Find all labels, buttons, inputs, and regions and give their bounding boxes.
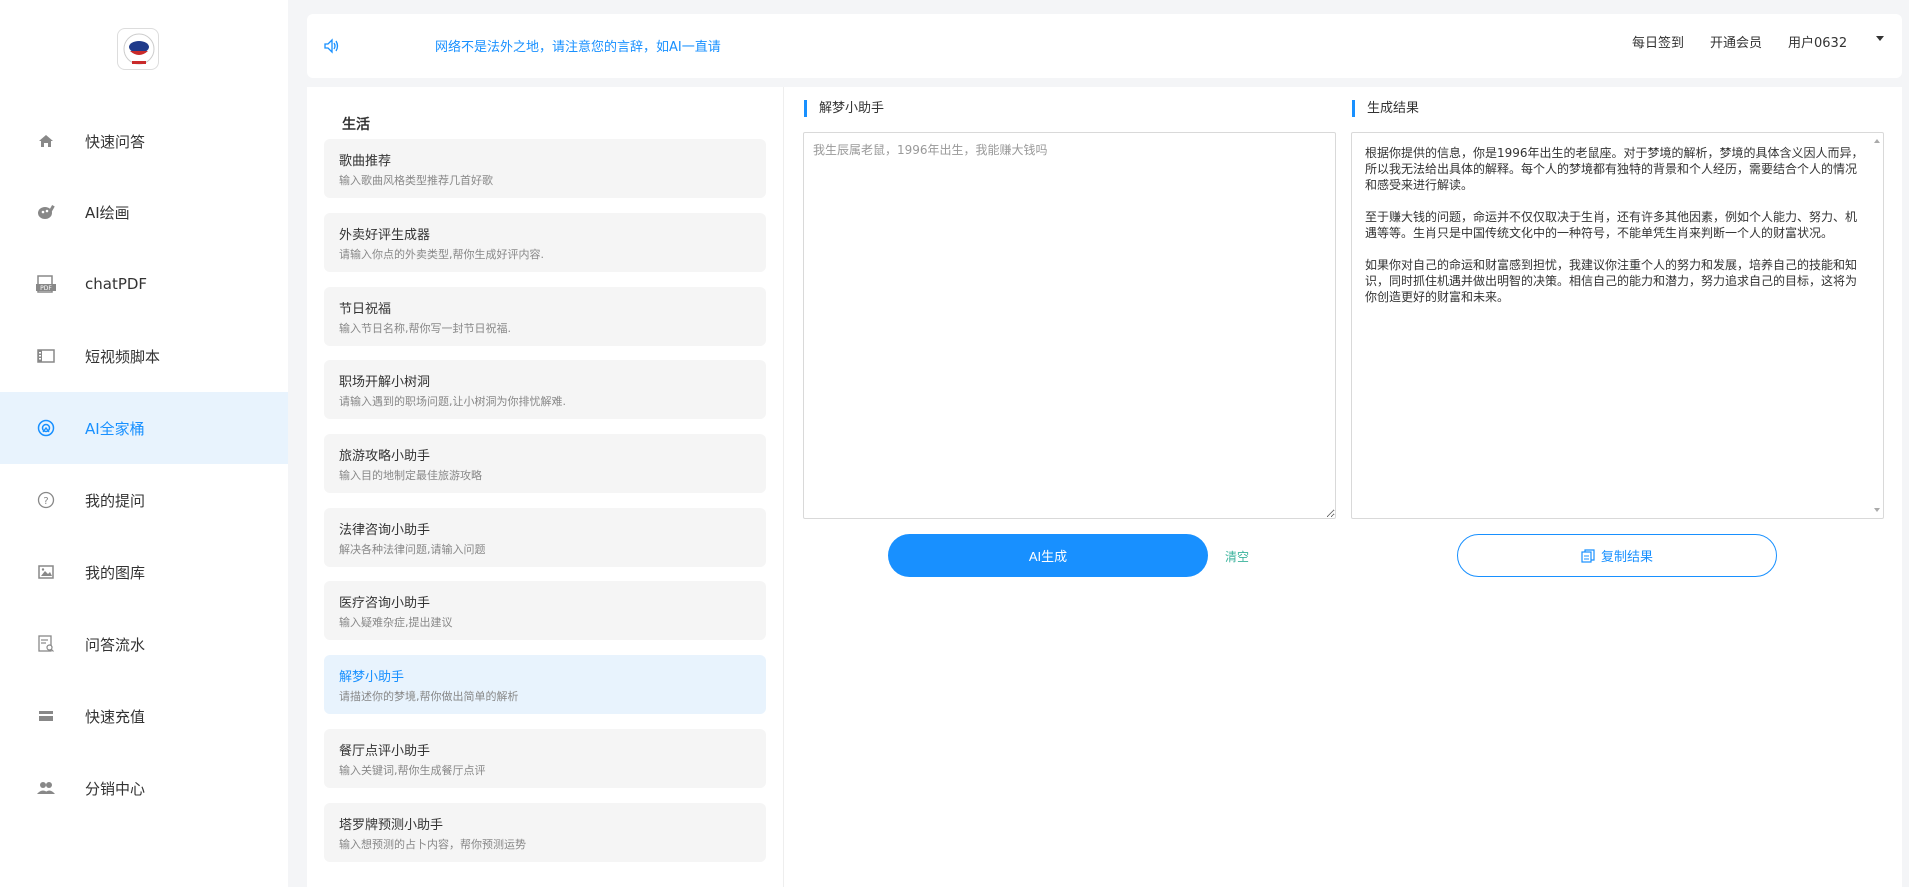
dream-input[interactable]: 我生辰属老鼠，1996年出生，我能赚大钱吗 — [803, 132, 1336, 519]
sidebar-item-label: AI绘画 — [85, 203, 130, 222]
toolkit-icon — [36, 418, 56, 438]
daily-checkin-link[interactable]: 每日签到 — [1632, 32, 1684, 51]
input-panel-title: 解梦小助手 — [804, 100, 884, 117]
tool-card[interactable]: 节日祝福 输入节日名称,帮你写一封节日祝福. — [324, 287, 766, 346]
tool-desc: 输入目的地制定最佳旅游攻略 — [339, 469, 482, 482]
sidebar-item-ai-toolkit[interactable]: AI全家桶 — [0, 392, 288, 464]
tool-card[interactable]: 医疗咨询小助手 输入疑难杂症,提出建议 — [324, 581, 766, 640]
sidebar: 快速问答 AI绘画 PDF chatPDF 短视频脚本 AI全家桶 ? 我的提问 — [0, 0, 288, 887]
pdf-icon: PDF — [36, 274, 56, 294]
card-icon — [36, 706, 56, 726]
tool-card-active[interactable]: 解梦小助手 请描述你的梦境,帮你做出简单的解析 — [324, 655, 766, 714]
gallery-icon — [36, 562, 56, 582]
copy-result-button[interactable]: 复制结果 — [1457, 534, 1777, 577]
tool-card[interactable]: 外卖好评生成器 请输入你点的外卖类型,帮你生成好评内容. — [324, 213, 766, 272]
tool-title: 节日祝福 — [339, 302, 392, 317]
tool-title: 餐厅点评小助手 — [339, 744, 431, 759]
user-menu[interactable]: 用户0632 — [1788, 32, 1847, 51]
tool-card[interactable]: 塔罗牌预测小助手 输入想预测的占卜内容，帮你预测运势 — [324, 803, 766, 862]
history-icon — [36, 634, 56, 654]
question-icon: ? — [36, 490, 56, 510]
result-text: 根据你提供的信息，你是1996年出生的老鼠座。对于梦境的解析，梦境的具体含义因人… — [1365, 146, 1864, 304]
app-logo[interactable] — [117, 28, 159, 70]
top-header: 网络不是法外之地，请注意您的言辞，如AI一直请 每日签到 开通会员 用户0632 — [307, 14, 1902, 78]
sidebar-item-my-questions[interactable]: ? 我的提问 — [0, 464, 288, 536]
tool-title: 歌曲推荐 — [339, 154, 392, 169]
tool-title: 塔罗牌预测小助手 — [339, 818, 444, 833]
sidebar-item-label: 问答流水 — [85, 635, 146, 654]
tool-card[interactable]: 旅游攻略小助手 输入目的地制定最佳旅游攻略 — [324, 434, 766, 493]
main-content: 生活 歌曲推荐 输入歌曲风格类型推荐几首好歌 外卖好评生成器 请输入你点的外卖类… — [307, 87, 1902, 887]
svg-text:PDF: PDF — [40, 285, 52, 292]
tool-desc: 解决各种法律问题,请输入问题 — [339, 543, 486, 556]
tool-title: 解梦小助手 — [339, 670, 405, 685]
tool-title: 职场开解小树洞 — [339, 375, 431, 390]
tool-title: 旅游攻略小助手 — [339, 449, 431, 464]
open-vip-link[interactable]: 开通会员 — [1710, 32, 1762, 51]
chevron-down-icon[interactable] — [1876, 36, 1884, 41]
sidebar-item-video-script[interactable]: 短视频脚本 — [0, 320, 288, 392]
sidebar-item-label: 我的提问 — [85, 491, 146, 510]
tool-title: 医疗咨询小助手 — [339, 596, 431, 611]
copy-icon — [1581, 548, 1595, 563]
scroll-up-icon[interactable] — [1874, 139, 1880, 143]
sidebar-item-ai-painting[interactable]: AI绘画 — [0, 176, 288, 248]
sidebar-item-label: AI全家桶 — [85, 419, 145, 438]
sidebar-item-label: 我的图库 — [85, 563, 146, 582]
sidebar-item-qa-history[interactable]: 问答流水 — [0, 608, 288, 680]
sidebar-item-recharge[interactable]: 快速充值 — [0, 680, 288, 752]
svg-text:?: ? — [43, 496, 48, 507]
sidebar-item-my-gallery[interactable]: 我的图库 — [0, 536, 288, 608]
speaker-icon — [323, 37, 341, 55]
result-box[interactable]: 根据你提供的信息，你是1996年出生的老鼠座。对于梦境的解析，梦境的具体含义因人… — [1351, 132, 1884, 519]
copy-label: 复制结果 — [1600, 550, 1653, 565]
notice-text: 网络不是法外之地，请注意您的言辞，如AI一直请 — [435, 40, 721, 55]
sidebar-item-distribution[interactable]: 分销中心 — [0, 752, 288, 824]
tool-card[interactable]: 歌曲推荐 输入歌曲风格类型推荐几首好歌 — [324, 139, 766, 198]
users-icon — [36, 778, 56, 798]
paint-icon — [36, 202, 56, 222]
divider — [783, 87, 784, 887]
sidebar-item-chatpdf[interactable]: PDF chatPDF — [0, 248, 288, 320]
clear-button[interactable]: 清空 — [1225, 548, 1249, 565]
film-icon — [36, 346, 56, 366]
scroll-down-icon[interactable] — [1874, 508, 1880, 512]
tool-desc: 输入疑难杂症,提出建议 — [339, 616, 453, 629]
tool-title: 外卖好评生成器 — [339, 228, 431, 243]
sidebar-item-label: 快速充值 — [85, 707, 146, 726]
sidebar-item-quick-qa[interactable]: 快速问答 — [0, 105, 288, 177]
tool-desc: 请输入遇到的职场问题,让小树洞为你排忧解难. — [339, 395, 566, 408]
sidebar-item-label: 快速问答 — [85, 132, 146, 151]
sidebar-item-label: 分销中心 — [85, 779, 146, 798]
tool-desc: 请描述你的梦境,帮你做出简单的解析 — [339, 690, 519, 703]
sidebar-item-label: chatPDF — [85, 275, 148, 293]
tool-card[interactable]: 职场开解小树洞 请输入遇到的职场问题,让小树洞为你排忧解难. — [324, 360, 766, 419]
tool-title: 法律咨询小助手 — [339, 523, 431, 538]
sidebar-item-label: 短视频脚本 — [85, 347, 161, 366]
ai-generate-button[interactable]: AI生成 — [888, 534, 1208, 577]
tool-card[interactable]: 法律咨询小助手 解决各种法律问题,请输入问题 — [324, 508, 766, 567]
tool-desc: 输入想预测的占卜内容，帮你预测运势 — [339, 838, 526, 851]
tool-card[interactable]: 餐厅点评小助手 输入关键词,帮你生成餐厅点评 — [324, 729, 766, 788]
tool-desc: 输入歌曲风格类型推荐几首好歌 — [339, 174, 493, 187]
tool-desc: 输入节日名称,帮你写一封节日祝福. — [339, 322, 511, 335]
tool-desc: 输入关键词,帮你生成餐厅点评 — [339, 764, 486, 777]
result-panel-title: 生成结果 — [1352, 100, 1419, 117]
section-title: 生活 — [342, 117, 370, 133]
home-icon — [36, 131, 56, 151]
tool-desc: 请输入你点的外卖类型,帮你生成好评内容. — [339, 248, 544, 261]
